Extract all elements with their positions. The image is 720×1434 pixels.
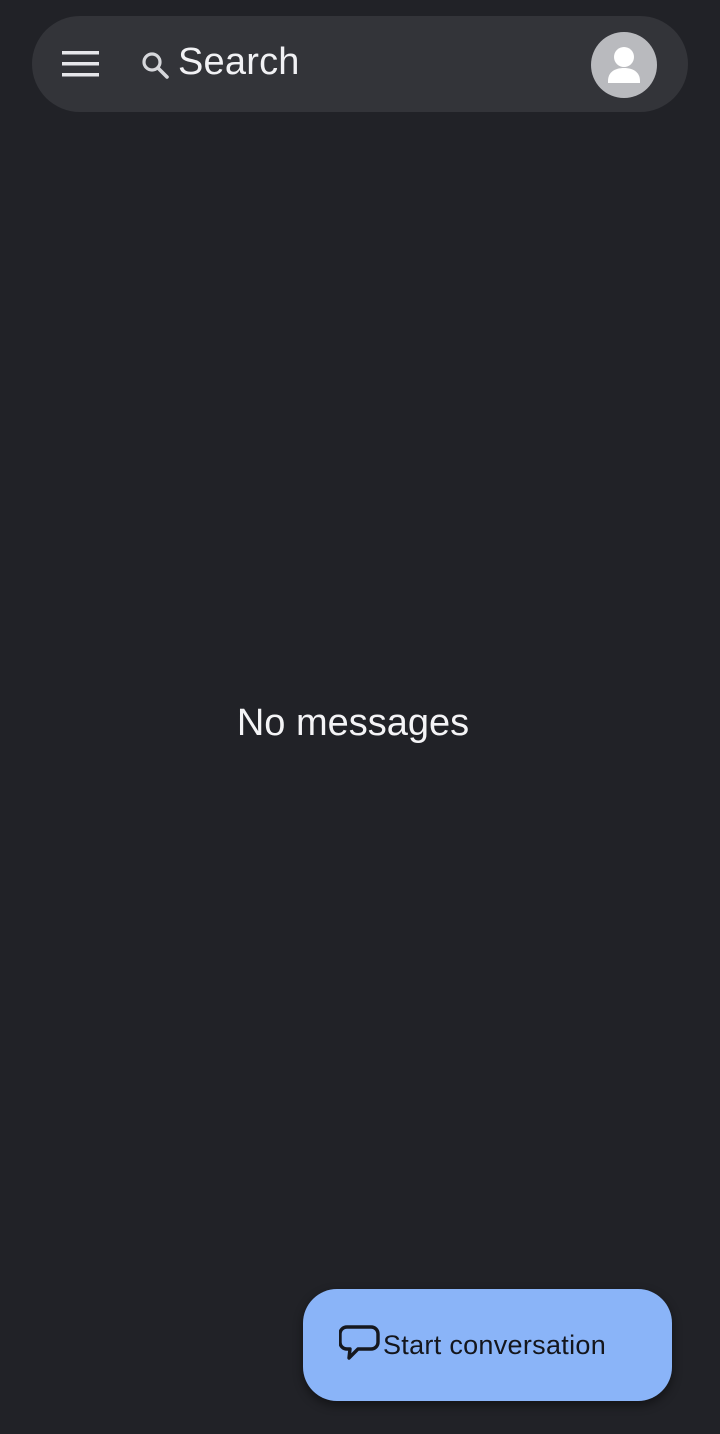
menu-icon [62,51,99,77]
search-bar[interactable]: Search [32,16,688,112]
chat-bubble-icon [339,1325,380,1360]
search-placeholder[interactable]: Search [178,38,300,86]
account-avatar-icon [608,47,640,83]
account-avatar[interactable] [591,32,657,98]
start-conversation-label: Start conversation [383,1330,607,1360]
start-conversation-button[interactable]: Start conversation [303,1289,672,1401]
empty-state-text: No messages [236,702,470,744]
menu-button[interactable] [62,44,114,84]
search-icon [142,52,169,79]
